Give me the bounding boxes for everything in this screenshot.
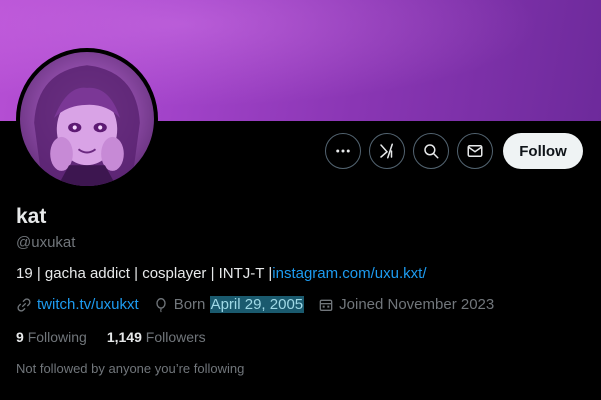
followers-link[interactable]: 1,149 Followers — [107, 329, 206, 345]
following-count: 9 — [16, 329, 24, 345]
follow-button[interactable]: Follow — [503, 133, 583, 169]
bio-instagram-link[interactable]: instagram.com/uxu.kxt/ — [272, 265, 426, 282]
born-date: April 29, 2005 — [209, 296, 305, 313]
followers-count: 1,149 — [106, 329, 142, 345]
following-label: Following — [27, 329, 87, 345]
profile-actions: Follow — [325, 133, 583, 169]
following-link[interactable]: 9 Following — [16, 329, 87, 345]
followers-label: Followers — [145, 329, 206, 345]
website-link[interactable]: twitch.tv/uxukxt — [37, 296, 139, 313]
profile-meta: twitch.tv/uxukxt Born April 29, 2005 Joi… — [16, 296, 508, 313]
joined-item: Joined November 2023 — [318, 296, 494, 313]
bio: 19 | gacha addict | cosplayer | INTJ-T |… — [16, 265, 426, 282]
more-dots-icon — [336, 149, 350, 153]
avatar-illustration — [34, 65, 140, 186]
grok-button[interactable] — [369, 133, 405, 169]
born-label: Born — [173, 296, 206, 313]
display-name: kat — [16, 205, 47, 228]
search-button[interactable] — [413, 133, 449, 169]
search-icon — [424, 144, 439, 159]
avatar[interactable] — [16, 48, 158, 190]
calendar-icon — [319, 299, 333, 311]
birthday-item: Born April 29, 2005 — [153, 296, 305, 313]
message-button[interactable] — [457, 133, 493, 169]
balloon-icon — [156, 297, 166, 312]
username-handle: @uxukat — [16, 234, 76, 251]
more-button[interactable] — [325, 133, 361, 169]
website-item: twitch.tv/uxukxt — [16, 296, 139, 313]
envelope-icon — [467, 145, 483, 157]
bio-text: 19 | gacha addict | cosplayer | INTJ-T | — [16, 265, 273, 282]
grok-icon — [380, 143, 393, 159]
not-followed-note: Not followed by anyone you’re following — [16, 361, 245, 376]
link-icon — [17, 297, 31, 312]
joined-date: Joined November 2023 — [339, 296, 495, 313]
follow-stats: 9 Following 1,149 Followers — [16, 329, 226, 345]
